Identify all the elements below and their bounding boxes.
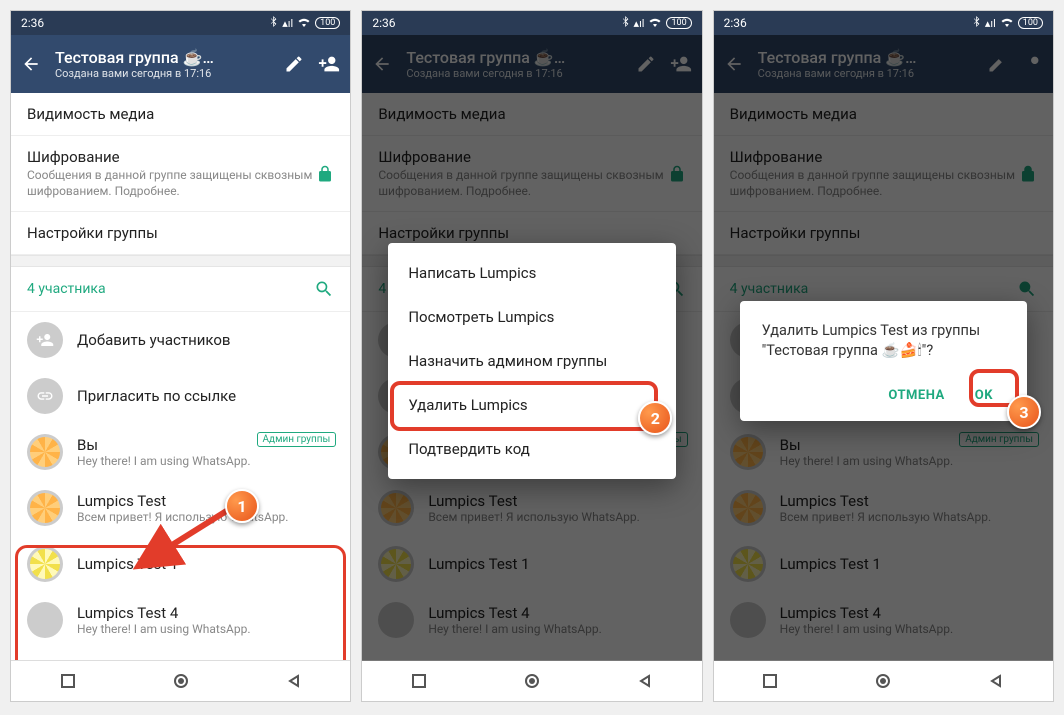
invite-link-row[interactable]: Пригласить по ссылке	[11, 368, 350, 424]
app-bar: Тестовая группа ☕… Создана вами сегодня …	[11, 35, 350, 93]
group-title: Тестовая группа ☕…	[55, 48, 270, 67]
step-badge-3: 3	[1007, 395, 1041, 429]
signal-icon: ▴ıl	[634, 17, 645, 30]
cancel-button[interactable]: ОТМЕНА	[876, 380, 956, 411]
content: Видимость медиа Шифрование Сообщения в д…	[11, 93, 350, 660]
nav-back[interactable]	[237, 674, 350, 688]
context-menu: Написать Lumpics Посмотреть Lumpics Назн…	[388, 243, 675, 479]
dialog-message: Удалить Lumpics Test из группы "Тестовая…	[762, 321, 1005, 362]
clock: 2:36	[372, 16, 621, 30]
status-bar: 2:36 ▴ıl 100	[11, 11, 350, 35]
wifi-icon	[297, 16, 311, 30]
back-icon[interactable]	[21, 54, 41, 74]
status-bar: 2:36 ▴ıl 100	[714, 11, 1053, 35]
nav-recent[interactable]	[714, 674, 827, 688]
nav-back[interactable]	[589, 674, 702, 688]
menu-remove[interactable]: Удалить Lumpics	[388, 383, 675, 427]
clock: 2:36	[724, 16, 973, 30]
add-person-icon[interactable]	[318, 53, 340, 75]
bluetooth-icon	[270, 16, 278, 30]
avatar	[27, 546, 63, 582]
media-visibility-item[interactable]: Видимость медиа	[11, 93, 350, 136]
link-icon	[27, 378, 63, 414]
section-divider	[11, 255, 350, 267]
menu-make-admin[interactable]: Назначить админом группы	[388, 339, 675, 383]
participants-header: 4 участника	[11, 267, 350, 312]
nav-home[interactable]	[827, 673, 940, 689]
status-icons: ▴ıl 100	[622, 16, 692, 30]
screen-2: 2:36 ▴ıl 100 Тестовая группа ☕… Создана …	[361, 10, 702, 702]
participants-count: 4 участника	[27, 281, 314, 297]
clock: 2:36	[21, 16, 270, 30]
nav-bar	[11, 660, 350, 701]
signal-icon: ▴ıl	[985, 17, 996, 30]
menu-view[interactable]: Посмотреть Lumpics	[388, 295, 675, 339]
avatar	[27, 490, 63, 526]
nav-recent[interactable]	[11, 674, 124, 688]
nav-home[interactable]	[475, 673, 588, 689]
nav-recent[interactable]	[362, 674, 475, 688]
menu-write[interactable]: Написать Lumpics	[388, 251, 675, 295]
participant-row-lumpics-test-4[interactable]: Lumpics Test 4 Hey there! I am using Wha…	[11, 592, 350, 648]
nav-bar	[714, 660, 1053, 701]
avatar	[27, 434, 63, 470]
battery-icon: 100	[1018, 17, 1043, 29]
bluetooth-icon	[622, 16, 630, 30]
group-subtitle: Создана вами сегодня в 17:16	[55, 67, 270, 80]
add-icon	[27, 322, 63, 358]
avatar	[27, 602, 63, 638]
ok-button[interactable]: OK	[963, 380, 1005, 411]
nav-bar	[362, 660, 701, 701]
status-icons: ▴ıl 100	[973, 16, 1043, 30]
menu-confirm-code[interactable]: Подтвердить код	[388, 427, 675, 471]
admin-badge: Админ группы	[257, 432, 337, 447]
encryption-sub: Сообщения в данной группе защищены сквоз…	[27, 168, 316, 199]
step-badge-1: 1	[225, 489, 259, 523]
status-icons: ▴ıl 100	[270, 16, 340, 30]
battery-icon: 100	[666, 17, 691, 29]
confirm-dialog: Удалить Lumpics Test из группы "Тестовая…	[740, 301, 1027, 421]
bluetooth-icon	[973, 16, 981, 30]
edit-icon[interactable]	[284, 54, 304, 74]
battery-icon: 100	[315, 17, 340, 29]
title-block[interactable]: Тестовая группа ☕… Создана вами сегодня …	[55, 48, 270, 80]
arrow-icon	[133, 505, 233, 571]
screen-1: 2:36 ▴ıl 100 Тестовая группа ☕… Создана …	[10, 10, 351, 702]
lock-icon	[316, 165, 334, 183]
signal-icon: ▴ıl	[282, 17, 293, 30]
participant-row-you[interactable]: Вы Hey there! I am using WhatsApp. Админ…	[11, 424, 350, 480]
nav-home[interactable]	[124, 673, 237, 689]
group-settings-item[interactable]: Настройки группы	[11, 212, 350, 255]
add-participants-row[interactable]: Добавить участников	[11, 312, 350, 368]
nav-back[interactable]	[940, 674, 1053, 688]
encryption-item[interactable]: Шифрование Сообщения в данной группе защ…	[11, 136, 350, 212]
encryption-title: Шифрование	[27, 148, 316, 166]
status-bar: 2:36 ▴ıl 100	[362, 11, 701, 35]
wifi-icon	[1000, 16, 1014, 30]
wifi-icon	[648, 16, 662, 30]
search-icon[interactable]	[314, 279, 334, 299]
screen-3: 2:36 ▴ıl 100 Тестовая группа ☕… Создана …	[713, 10, 1054, 702]
